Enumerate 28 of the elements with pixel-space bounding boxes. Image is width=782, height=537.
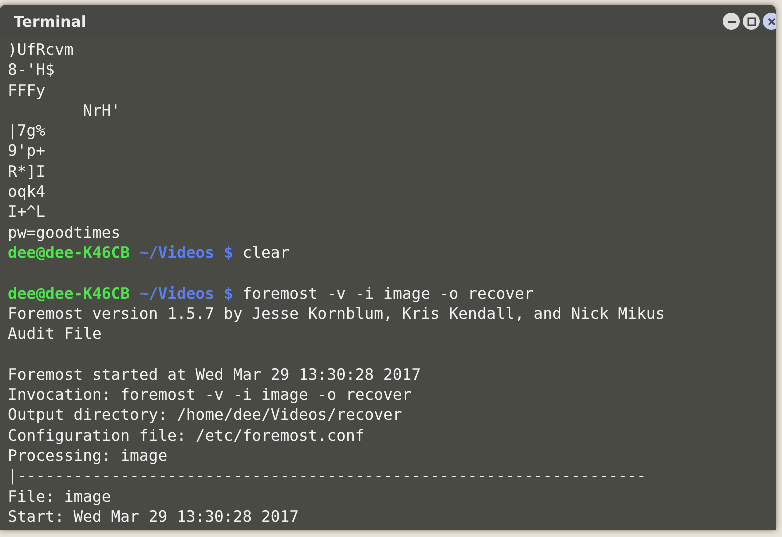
terminal-line: NrH' [82,100,121,122]
close-icon [766,16,776,26]
terminal-line: Processing: image [8,446,168,466]
terminal-line: R*]I [8,162,46,182]
maximize-button[interactable] [743,13,760,30]
terminal-line: 9'p+ [8,141,46,162]
terminal-line: |7g% [8,121,46,142]
terminal-line: Foremost version 1.5.7 by Jesse Kornblum, Kris Kendall, and Nick Mikus [8,304,666,324]
terminal-line: Configuration file: /etc/foremost.conf [8,426,365,446]
terminal-line: I+^L [8,202,46,223]
terminal-line: Start: Wed Mar 29 13:30:28 2017 [8,506,300,528]
terminal-line: Audit File [8,324,102,344]
terminal-line: Output directory: /home/dee/Videos/recover [8,405,402,426]
terminal-line: pw=goodtimes [8,222,121,243]
terminal-line: oqk4 [8,182,46,202]
window-title: Terminal [14,12,88,30]
minimize-button[interactable] [723,13,740,30]
close-button[interactable] [763,13,776,30]
terminal-line: 8-'H$ [8,60,55,81]
terminal-line: Invocation: foremost -v -i image -o recover [8,385,412,406]
terminal-line: |------------------------------------------------------------------- [8,466,646,487]
terminal-line: )UfRcvm [8,40,74,60]
terminal-line: Foremost started at Wed Mar 29 13:30:28 2017 [8,364,422,386]
prompt-line: dee@dee-K46CB ~/Videos $ foremost -v -i image -o recover [8,284,534,304]
maximize-icon [746,16,756,26]
prompt-line: dee@dee-K46CB ~/Videos $ clear [8,242,290,264]
terminal-line: File: image [8,486,112,507]
terminal-line: FFFy [8,80,46,101]
